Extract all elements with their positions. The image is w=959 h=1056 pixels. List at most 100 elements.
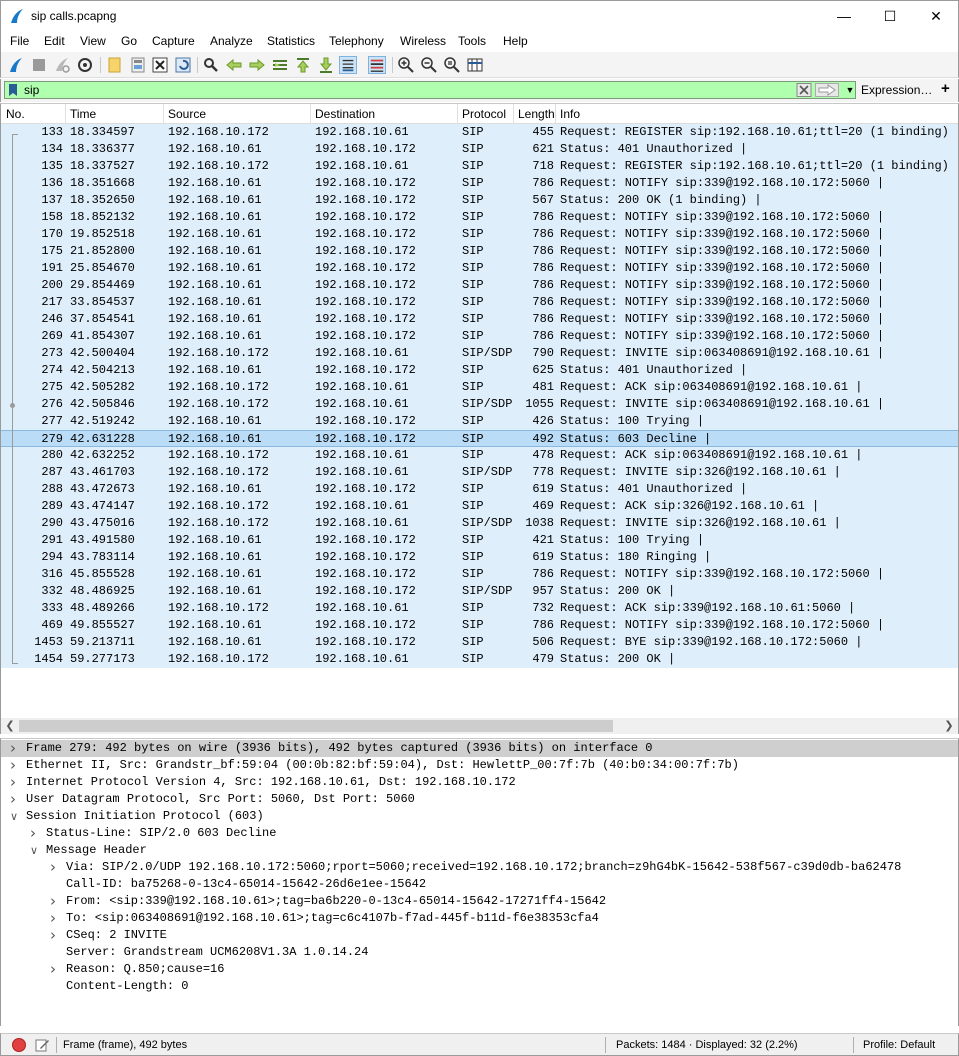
packet-row[interactable]: 280 42.632252 192.168.10.172 192.168.10.61 S… <box>1 447 958 464</box>
menu-statistics[interactable]: Statistics <box>267 34 315 48</box>
detail-tree-item[interactable]: › From: <sip:339@192.168.10.61>;tag=ba6b2… <box>1 893 958 910</box>
stop-capture-icon[interactable] <box>30 56 48 74</box>
start-capture-icon[interactable] <box>7 56 25 74</box>
packet-row[interactable]: 175 21.852800 192.168.10.61 192.168.10.172 S… <box>1 243 958 260</box>
add-filter-button[interactable]: + <box>941 80 950 97</box>
menu-capture[interactable]: Capture <box>152 34 195 48</box>
packet-row[interactable]: 1454 59.277173 192.168.10.172 192.168.10.61… <box>1 651 958 668</box>
auto-scroll-icon[interactable] <box>339 56 357 74</box>
zoom-out-icon[interactable] <box>420 56 438 74</box>
packet-row[interactable]: 246 37.854541 192.168.10.61 192.168.10.172 S… <box>1 311 958 328</box>
display-filter-input[interactable] <box>24 82 794 98</box>
column-header-info[interactable]: Info <box>560 107 580 121</box>
column-header-length[interactable]: Length <box>518 107 555 121</box>
detail-tree-item[interactable]: › Ethernet II, Src: Grandstr_bf:59:04 (00… <box>1 757 958 774</box>
expression-button[interactable]: Expression… <box>861 83 932 97</box>
packet-row[interactable]: 191 25.854670 192.168.10.61 192.168.10.172 S… <box>1 260 958 277</box>
detail-tree-item[interactable]: › To: <sip:063408691@192.168.10.61>;tag=c… <box>1 910 958 927</box>
detail-tree-item[interactable]: Content-Length: 0 <box>1 978 958 995</box>
packet-row[interactable]: 137 18.352650 192.168.10.61 192.168.10.172 S… <box>1 192 958 209</box>
detail-tree-item[interactable]: Call-ID: ba75268-0-13c4-65014-15642-26d6… <box>1 876 958 893</box>
collapsed-chevron-icon[interactable]: › <box>10 774 22 791</box>
packet-row[interactable]: 134 18.336377 192.168.10.61 192.168.10.172 S… <box>1 141 958 158</box>
menu-go[interactable]: Go <box>121 34 137 48</box>
collapsed-chevron-icon[interactable]: › <box>50 961 62 978</box>
detail-tree-item[interactable]: › Reason: Q.850;cause=16 <box>1 961 958 978</box>
packet-row[interactable]: 469 49.855527 192.168.10.61 192.168.10.172 S… <box>1 617 958 634</box>
go-first-packet-icon[interactable] <box>294 56 312 74</box>
expert-info-icon[interactable] <box>12 1038 26 1052</box>
collapsed-chevron-icon[interactable]: › <box>50 910 62 927</box>
packet-row[interactable]: 135 18.337527 192.168.10.172 192.168.10.61 S… <box>1 158 958 175</box>
collapsed-chevron-icon[interactable]: › <box>10 791 22 808</box>
horizontal-scrollbar[interactable]: ❮ ❯ <box>1 718 958 734</box>
zoom-normal-icon[interactable] <box>443 56 461 74</box>
find-packet-icon[interactable] <box>202 56 220 74</box>
column-header-source[interactable]: Source <box>168 107 206 121</box>
save-file-icon[interactable] <box>129 56 147 74</box>
menu-tools[interactable]: Tools <box>458 34 486 48</box>
packet-row[interactable]: 332 48.486925 192.168.10.61 192.168.10.172 S… <box>1 583 958 600</box>
menu-wireless[interactable]: Wireless <box>400 34 446 48</box>
packet-row[interactable]: 274 42.504213 192.168.10.61 192.168.10.172 S… <box>1 362 958 379</box>
menu-telephony[interactable]: Telephony <box>329 34 384 48</box>
scroll-right-icon[interactable]: ❯ <box>942 719 956 733</box>
packet-row[interactable]: 316 45.855528 192.168.10.61 192.168.10.172 S… <box>1 566 958 583</box>
packet-row[interactable]: 290 43.475016 192.168.10.172 192.168.10.61 S… <box>1 515 958 532</box>
clear-filter-icon[interactable] <box>796 83 812 97</box>
collapsed-chevron-icon[interactable]: › <box>50 859 62 876</box>
collapsed-chevron-icon[interactable]: › <box>10 740 22 757</box>
menu-help[interactable]: Help <box>503 34 528 48</box>
detail-tree-item[interactable]: ∨ Session Initiation Protocol (603) <box>1 808 958 825</box>
menu-edit[interactable]: Edit <box>44 34 65 48</box>
expanded-chevron-icon[interactable]: ∨ <box>10 808 22 825</box>
zoom-in-icon[interactable] <box>397 56 415 74</box>
menu-analyze[interactable]: Analyze <box>210 34 253 48</box>
packet-row[interactable]: 269 41.854307 192.168.10.61 192.168.10.172 S… <box>1 328 958 345</box>
colorize-icon[interactable] <box>368 56 386 74</box>
packet-row[interactable]: 133 18.334597 192.168.10.172 192.168.10.61 S… <box>1 124 958 141</box>
collapsed-chevron-icon[interactable]: › <box>10 757 22 774</box>
go-back-icon[interactable] <box>225 56 243 74</box>
go-last-packet-icon[interactable] <box>317 56 335 74</box>
collapsed-chevron-icon[interactable]: › <box>30 825 42 842</box>
packet-row[interactable]: 289 43.474147 192.168.10.172 192.168.10.61 S… <box>1 498 958 515</box>
reload-file-icon[interactable] <box>174 56 192 74</box>
go-to-packet-icon[interactable] <box>271 56 289 74</box>
packet-row[interactable]: 287 43.461703 192.168.10.172 192.168.10.61 S… <box>1 464 958 481</box>
packet-row[interactable]: 288 43.472673 192.168.10.61 192.168.10.172 S… <box>1 481 958 498</box>
expanded-chevron-icon[interactable]: ∨ <box>30 842 42 859</box>
resize-columns-icon[interactable] <box>466 56 484 74</box>
scrollbar-thumb[interactable] <box>19 720 613 732</box>
column-header-destination[interactable]: Destination <box>315 107 375 121</box>
packet-row[interactable]: 136 18.351668 192.168.10.61 192.168.10.172 S… <box>1 175 958 192</box>
packet-row[interactable]: 158 18.852132 192.168.10.61 192.168.10.172 S… <box>1 209 958 226</box>
packet-row[interactable]: 200 29.854469 192.168.10.61 192.168.10.172 S… <box>1 277 958 294</box>
collapsed-chevron-icon[interactable]: › <box>50 927 62 944</box>
packet-row[interactable]: 1453 59.213711 192.168.10.61 192.168.10.172… <box>1 634 958 651</box>
detail-tree-item[interactable]: ∨ Message Header <box>1 842 958 859</box>
packet-row[interactable]: 275 42.505282 192.168.10.172 192.168.10.61 S… <box>1 379 958 396</box>
minimize-button[interactable]: — <box>821 1 867 31</box>
packet-row[interactable]: 333 48.489266 192.168.10.172 192.168.10.61 S… <box>1 600 958 617</box>
packet-row[interactable]: 217 33.854537 192.168.10.61 192.168.10.172 S… <box>1 294 958 311</box>
capture-comment-icon[interactable] <box>34 1037 50 1053</box>
detail-tree-item[interactable]: › Internet Protocol Version 4, Src: 192.1… <box>1 774 958 791</box>
packet-row[interactable]: 170 19.852518 192.168.10.61 192.168.10.172 S… <box>1 226 958 243</box>
packet-row[interactable]: 273 42.500404 192.168.10.172 192.168.10.61 S… <box>1 345 958 362</box>
bookmark-icon[interactable] <box>7 83 19 97</box>
close-file-icon[interactable] <box>151 56 169 74</box>
packet-row[interactable]: 277 42.519242 192.168.10.61 192.168.10.172 S… <box>1 413 958 430</box>
packet-row[interactable]: 279 42.631228 192.168.10.61 192.168.10.172 S… <box>1 430 958 447</box>
status-profile[interactable]: Profile: Default <box>863 1039 935 1051</box>
detail-tree-item[interactable]: › CSeq: 2 INVITE <box>1 927 958 944</box>
column-header-protocol[interactable]: Protocol <box>462 107 506 121</box>
detail-tree-item[interactable]: › Via: SIP/2.0/UDP 192.168.10.172:5060;rp… <box>1 859 958 876</box>
column-header-time[interactable]: Time <box>70 107 96 121</box>
maximize-button[interactable]: ☐ <box>867 1 913 31</box>
go-forward-icon[interactable] <box>248 56 266 74</box>
filter-history-dropdown-icon[interactable]: ▼ <box>844 84 856 96</box>
column-header-no[interactable]: No. <box>6 107 25 121</box>
capture-options-icon[interactable] <box>76 56 94 74</box>
scroll-left-icon[interactable]: ❮ <box>3 719 17 733</box>
